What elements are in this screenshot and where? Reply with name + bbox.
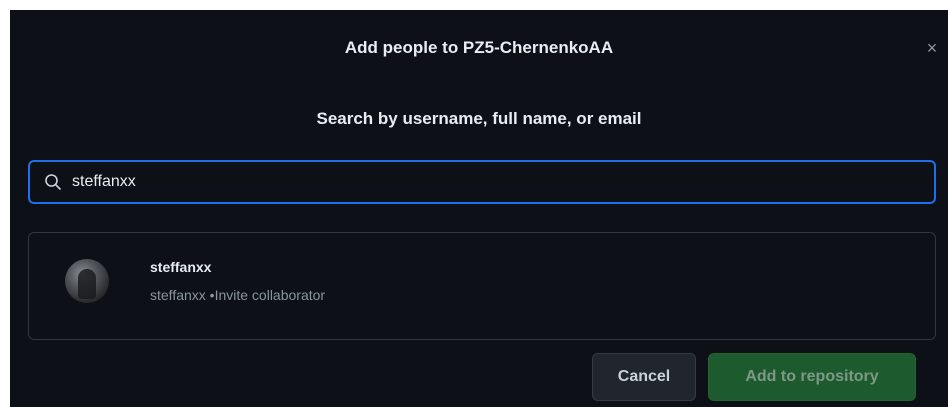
cancel-button[interactable]: Cancel bbox=[592, 353, 696, 401]
avatar-figure bbox=[78, 269, 96, 299]
list-item[interactable]: steffanxx steffanxx •Invite collaborator bbox=[29, 233, 935, 339]
dialog-title: Add people to PZ5-ChernenkoAA bbox=[344, 38, 614, 57]
search-results: steffanxx steffanxx •Invite collaborator bbox=[28, 232, 936, 340]
search-field[interactable] bbox=[28, 160, 936, 204]
search-hint: Search by username, full name, or email bbox=[316, 109, 642, 128]
add-to-repository-button[interactable]: Add to repository bbox=[708, 353, 916, 401]
avatar bbox=[65, 259, 109, 303]
add-people-dialog: Add people to PZ5-ChernenkoAA × Search b… bbox=[10, 10, 948, 407]
search-icon bbox=[42, 171, 64, 193]
result-subtitle: steffanxx •Invite collaborator bbox=[150, 287, 326, 303]
search-input[interactable] bbox=[72, 164, 934, 200]
result-username: steffanxx bbox=[150, 259, 212, 275]
close-icon[interactable]: × bbox=[920, 36, 944, 60]
